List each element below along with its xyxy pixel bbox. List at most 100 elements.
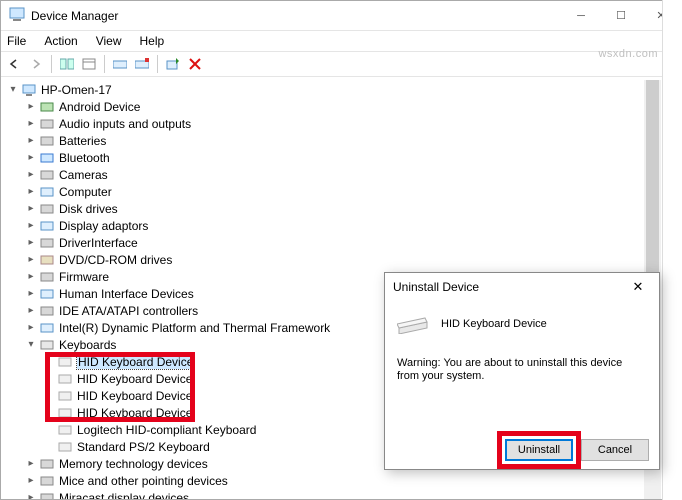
tree-category-label: Memory technology devices [59,457,208,471]
spacer-icon [43,373,55,385]
device-category-icon [39,167,55,183]
app-icon [9,6,25,25]
properties-button[interactable] [80,55,98,73]
dialog-button-row: Uninstall Cancel [385,431,659,469]
toolbar-separator [104,55,105,73]
expand-icon[interactable]: ▸ [25,203,37,215]
tree-category[interactable]: ▸ Android Device [25,98,681,115]
keyboard-icon [57,422,73,438]
expand-icon[interactable]: ▸ [25,254,37,266]
tree-category[interactable]: ▸ Mice and other pointing devices [25,472,681,489]
toolbar-separator [51,55,52,73]
tree-category-label: Mice and other pointing devices [59,474,228,488]
show-hide-console-button[interactable] [58,55,76,73]
collapse-icon[interactable]: ▾ [7,84,19,96]
expand-icon[interactable]: ▸ [25,492,37,500]
dialog-titlebar: Uninstall Device ✕ [385,273,659,301]
keyboard-category-icon [39,337,55,353]
keyboard-icon [397,314,429,334]
expand-icon[interactable]: ▸ [25,288,37,300]
menubar: File Action View Help [1,31,681,51]
watermark: wsxdn.com [598,48,658,60]
spacer-icon [43,356,55,368]
forward-button[interactable] [27,55,45,73]
uninstall-dialog: Uninstall Device ✕ HID Keyboard Device W… [384,272,660,470]
expand-icon[interactable]: ▸ [25,458,37,470]
spacer-icon [43,424,55,436]
keyboard-icon [57,405,73,421]
maximize-button[interactable]: ☐ [601,2,641,30]
expand-icon[interactable]: ▸ [25,135,37,147]
menu-help[interactable]: Help [138,34,167,48]
tree-category-label: Audio inputs and outputs [59,117,191,131]
expand-icon[interactable]: ▸ [25,271,37,283]
device-category-icon [39,133,55,149]
tree-category-label: Batteries [59,134,106,148]
tree-category[interactable]: ▸ Computer [25,183,681,200]
device-category-icon [39,252,55,268]
tree-device-label: HID Keyboard Device [77,355,194,369]
tree-category[interactable]: ▸Miracast display devices [25,489,681,499]
tree-root[interactable]: ▾ HP-Omen-17 [7,81,681,98]
cancel-button[interactable]: Cancel [581,439,649,461]
tree-category-label: Android Device [59,100,140,114]
spacer-icon [43,390,55,402]
uninstall-button[interactable]: Uninstall [505,439,573,461]
tree-category[interactable]: ▸Cameras [25,166,681,183]
expand-icon[interactable]: ▸ [25,305,37,317]
tree-category[interactable]: ▸ Display adaptors [25,217,681,234]
keyboard-icon [57,388,73,404]
dialog-body: HID Keyboard Device Warning: You are abo… [385,301,659,431]
dialog-device-row: HID Keyboard Device [397,309,647,339]
expand-icon[interactable]: ▸ [25,186,37,198]
tree-category-label: Bluetooth [59,151,110,165]
tree-category-label: Firmware [59,270,109,284]
menu-file[interactable]: File [5,34,28,48]
uninstall-device-button[interactable] [133,55,151,73]
menu-action[interactable]: Action [42,34,79,48]
tree-category[interactable]: ▸ Disk drives [25,200,681,217]
device-category-icon [39,99,55,115]
tree-category-label: Keyboards [59,338,116,352]
dialog-close-button[interactable]: ✕ [625,277,651,297]
keyboard-icon [57,439,73,455]
tree-category-label: IDE ATA/ATAPI controllers [59,304,198,318]
minimize-button[interactable]: ─ [561,2,601,30]
device-category-icon [39,150,55,166]
scan-hardware-button[interactable] [164,55,182,73]
device-category-icon [39,456,55,472]
back-button[interactable] [5,55,23,73]
expand-icon[interactable]: ▸ [25,101,37,113]
tree-category[interactable]: ▸ Audio inputs and outputs [25,115,681,132]
tree-category[interactable]: ▸DVD/CD-ROM drives [25,251,681,268]
keyboard-icon [57,354,73,370]
device-category-icon [39,235,55,251]
expand-icon[interactable]: ▸ [25,220,37,232]
computer-icon [21,82,37,98]
window-title: Device Manager [31,9,561,23]
dialog-title: Uninstall Device [393,280,479,294]
expand-icon[interactable]: ▸ [25,169,37,181]
tree-category[interactable]: ▸ Bluetooth [25,149,681,166]
tree-category-label: Display adaptors [59,219,148,233]
tree-root-label: HP-Omen-17 [41,83,112,97]
menu-view[interactable]: View [94,34,124,48]
expand-icon[interactable]: ▸ [25,152,37,164]
update-driver-button[interactable] [111,55,129,73]
tree-category[interactable]: ▸ DriverInterface [25,234,681,251]
device-category-icon [39,184,55,200]
disable-device-button[interactable] [186,55,204,73]
expand-icon[interactable]: ▸ [25,475,37,487]
titlebar: Device Manager ─ ☐ ✕ [1,1,681,31]
tree-category-label: Disk drives [59,202,118,216]
device-category-icon [39,473,55,489]
expand-icon[interactable]: ▸ [25,118,37,130]
tree-category[interactable]: ▸ Batteries [25,132,681,149]
tree-category-label: DriverInterface [59,236,138,250]
expand-icon[interactable]: ▸ [25,237,37,249]
toolbar [1,51,681,77]
tree-category-label: Computer [59,185,112,199]
tree-category-label: Human Interface Devices [59,287,194,301]
collapse-icon[interactable]: ▾ [25,339,37,351]
expand-icon[interactable]: ▸ [25,322,37,334]
